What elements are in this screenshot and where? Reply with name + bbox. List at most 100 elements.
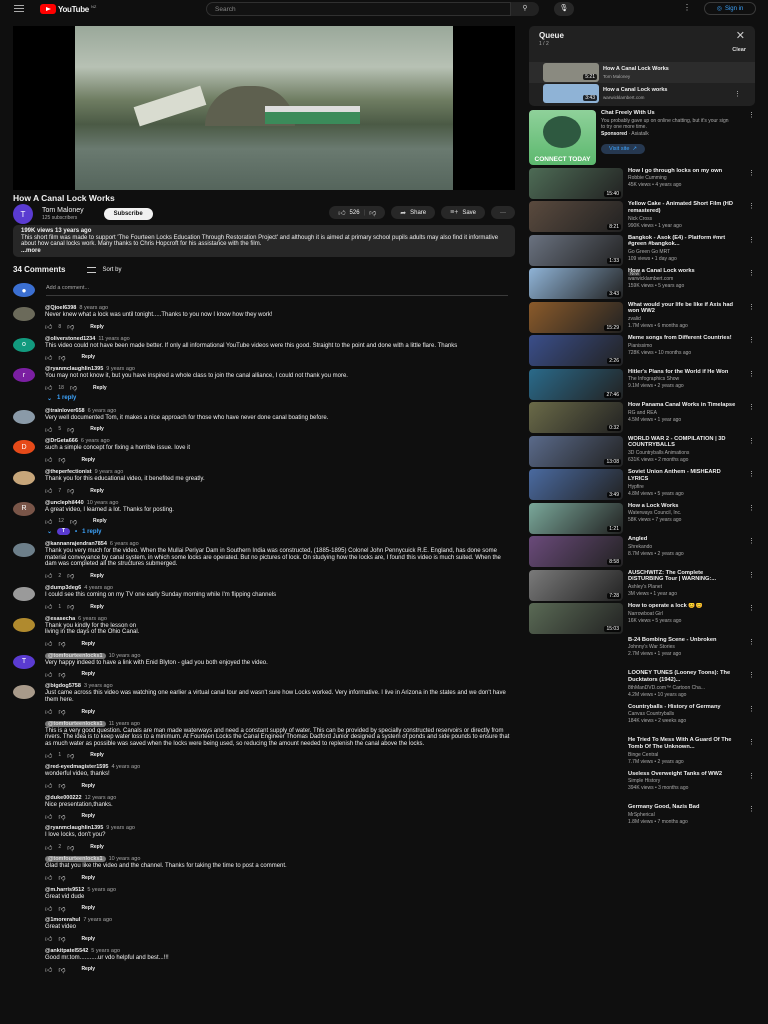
comment-time[interactable]: 5 years ago	[87, 887, 116, 893]
like-icon[interactable]: 👍︎	[45, 670, 52, 679]
recommended-video[interactable]: 3:43 How a Canal Lock works warwicklambert…	[529, 268, 755, 299]
reply-button[interactable]: Reply	[81, 966, 95, 972]
reply-button[interactable]: Reply	[81, 709, 95, 715]
recommended-video[interactable]: Germany Good, Nazis Bad MrSpherical 1.8M v…	[529, 804, 755, 835]
comment-time[interactable]: 3 years ago	[84, 683, 113, 689]
video-thumbnail[interactable]: 7:28	[529, 569, 623, 601]
reply-button[interactable]: Reply	[90, 752, 104, 758]
video-thumbnail[interactable]: 15:29	[529, 301, 623, 333]
like-icon[interactable]: 👍︎	[45, 934, 52, 943]
reply-button[interactable]: Reply	[81, 905, 95, 911]
comment-author[interactable]: @duke000222	[45, 795, 82, 801]
comment-time[interactable]: 10 years ago	[109, 653, 141, 659]
comment-time[interactable]: 11 years ago	[109, 721, 140, 727]
recommended-video[interactable]: B-24 Bombing Scene - Unbroken Johnny's Wa…	[529, 637, 755, 668]
like-icon[interactable]: 👍︎	[45, 353, 52, 362]
dislike-icon[interactable]: 👎︎	[67, 751, 74, 760]
comment-author[interactable]: @dump3deg6	[45, 585, 81, 591]
comment-author[interactable]: @tomfourteenlocks1	[45, 652, 106, 659]
video-title[interactable]: Countryballs - History of Germany	[628, 704, 738, 711]
more-options-icon[interactable]: ⋮	[748, 336, 755, 344]
comment-time[interactable]: 6 years ago	[88, 408, 117, 414]
comment-time[interactable]: 4 years ago	[84, 585, 113, 591]
commenter-avatar[interactable]: o	[13, 337, 35, 352]
close-icon[interactable]: ✕	[736, 29, 745, 42]
visit-site-button[interactable]: Visit site ↗	[601, 143, 645, 154]
video-thumbnail[interactable]: 2:26	[529, 335, 623, 366]
comment-author[interactable]: @bigdog5758	[45, 683, 81, 689]
like-icon[interactable]: 👍︎	[45, 517, 52, 526]
channel-name[interactable]: Johnny's War Stories	[628, 644, 738, 650]
channel-name[interactable]: Binge Central	[628, 752, 738, 758]
like-icon[interactable]: 👍︎	[45, 571, 52, 580]
channel-name[interactable]: Pianissimo	[628, 343, 738, 349]
like-icon[interactable]: 👍︎	[45, 639, 52, 648]
video-title[interactable]: LOONEY TUNES (Looney Toons): The Ducktat…	[628, 670, 738, 684]
search-button[interactable]: ⚲	[511, 2, 539, 16]
sponsored-ad[interactable]: CONNECT TODAY Chat Freely With Us You pr…	[529, 110, 755, 165]
dislike-icon[interactable]: 👎︎	[67, 322, 74, 331]
comment-time[interactable]: 6 years ago	[81, 438, 110, 444]
recommended-video[interactable]: 7:28 AUSCHWITZ: The Complete DISTURBING T…	[529, 569, 755, 601]
video-title[interactable]: Yellow Cake - Animated Short Film (HD re…	[628, 201, 738, 215]
show-more-link[interactable]: ...more	[21, 248, 41, 254]
channel-name[interactable]: warwicklambert.com	[628, 276, 738, 282]
commenter-avatar[interactable]	[13, 543, 35, 558]
commenter-avatar[interactable]	[13, 470, 35, 485]
dislike-icon[interactable]: 👎︎	[67, 602, 74, 611]
comment-time[interactable]: 6 years ago	[110, 541, 139, 547]
video-title[interactable]: He Tried To Mess With A Guard Of The Tom…	[628, 737, 738, 751]
video-thumbnail[interactable]: 15:03	[529, 603, 623, 634]
reply-button[interactable]: Reply	[81, 457, 95, 463]
recommended-video[interactable]: Useless Overweight Tanks of WW2 Simple Hi…	[529, 771, 755, 802]
like-icon[interactable]: 👍︎	[45, 904, 52, 913]
more-options-icon[interactable]: ⋮	[748, 437, 755, 445]
comment-author[interactable]: @oliverstoned1234	[45, 336, 95, 342]
recommended-video[interactable]: Countryballs - History of Germany Canvas …	[529, 704, 755, 735]
reply-button[interactable]: Reply	[81, 641, 95, 647]
sort-by-button[interactable]: Sort by	[87, 266, 121, 273]
comment-time[interactable]: 7 years ago	[83, 917, 112, 923]
view-replies-button[interactable]: ⌄ T • 1 reply	[47, 526, 513, 537]
channel-name[interactable]: Go Green Go MRT	[628, 249, 738, 255]
channel-avatar[interactable]: T	[13, 204, 33, 224]
comment-author[interactable]: @esasecha	[45, 616, 75, 622]
recommended-video[interactable]: 8:21 Yellow Cake - Animated Short Film (H…	[529, 201, 755, 232]
queue-item-title[interactable]: How A Canal Lock Works	[603, 66, 669, 72]
video-title[interactable]: Soviet Union Anthem - MISHEARD LYRICS	[628, 469, 738, 483]
dislike-icon[interactable]: 👎︎	[58, 639, 65, 648]
comment-author[interactable]: @DrGeta666	[45, 438, 78, 444]
search-input[interactable]: Search	[206, 2, 511, 16]
video-thumbnail[interactable]: 13:08	[529, 435, 623, 467]
commenter-avatar[interactable]	[13, 307, 35, 321]
comment-author[interactable]: @theperfectionist	[45, 469, 92, 475]
commenter-avatar[interactable]: r	[13, 368, 35, 383]
recommended-video[interactable]: 1:21 How a Lock Works Waterways Council, I…	[529, 502, 755, 534]
comment-author[interactable]: @m.harris9512	[45, 887, 84, 893]
recommended-video[interactable]: 2:26 Meme songs from Different Countries!…	[529, 335, 755, 366]
channel-name[interactable]: The Infographics Show	[628, 376, 738, 382]
more-options-icon[interactable]: ⋮	[748, 370, 755, 378]
comment-time[interactable]: 9 years ago	[106, 825, 135, 831]
video-title[interactable]: B-24 Bombing Scene - Unbroken	[628, 637, 738, 644]
dislike-icon[interactable]: 👎︎	[58, 904, 65, 913]
ad-thumbnail[interactable]: CONNECT TODAY	[529, 110, 596, 165]
dislike-icon[interactable]: 👎︎	[58, 781, 65, 790]
comment-time[interactable]: 9 years ago	[106, 366, 135, 372]
channel-name[interactable]: Tom Maloney	[42, 207, 84, 214]
video-title[interactable]: What would your life be like if Axis had…	[628, 302, 738, 316]
comment-author[interactable]: @trainlover658	[45, 408, 85, 414]
channel-name[interactable]: Robbie Cumming	[628, 175, 738, 181]
queue-item-title[interactable]: How a Canal Lock works	[603, 87, 668, 93]
more-options-icon[interactable]: ⋮	[748, 604, 755, 612]
channel-name[interactable]: Waterways Council, Inc.	[628, 510, 738, 516]
video-title[interactable]: Germany Good, Nazis Bad	[628, 804, 738, 811]
dislike-icon[interactable]: 👎︎	[369, 208, 376, 217]
channel-name[interactable]: 8thManDVD.com™ Cartoon Cha...	[628, 685, 738, 691]
comment-author[interactable]: @ryanmclaughlin1395	[45, 366, 103, 372]
reply-button[interactable]: Reply	[93, 385, 107, 391]
recommended-video[interactable]: 13:08 WORLD WAR 2 - COMPILATION | 3D COUN…	[529, 435, 755, 467]
video-title[interactable]: Meme songs from Different Countries!	[628, 335, 738, 342]
dislike-icon[interactable]: 👎︎	[58, 812, 65, 821]
video-thumbnail[interactable]: 3:43	[529, 268, 623, 299]
